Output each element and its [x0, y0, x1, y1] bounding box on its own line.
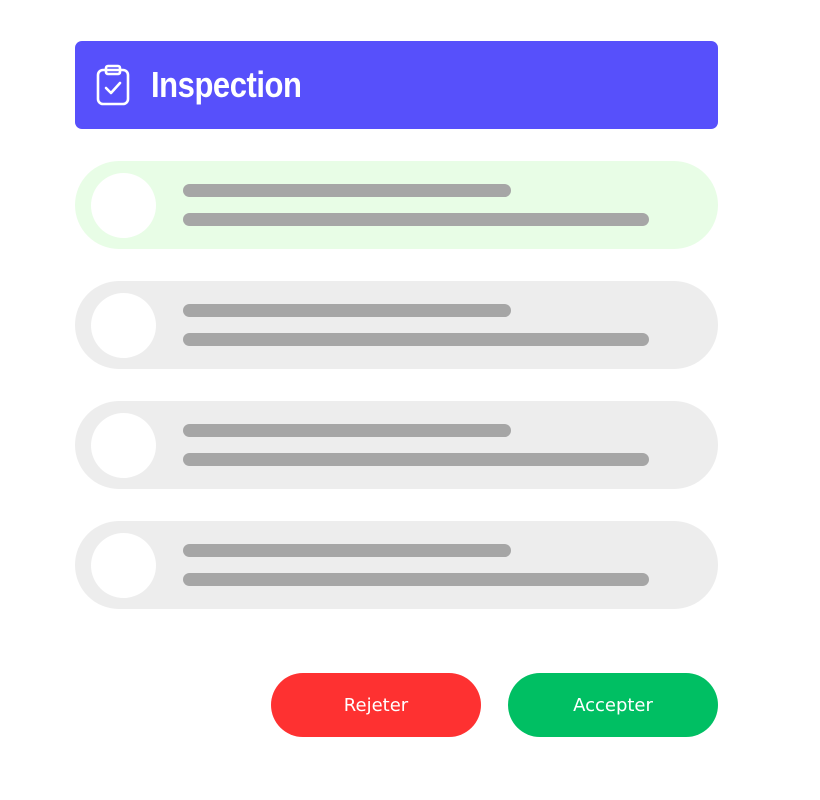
placeholder-line-title [183, 544, 511, 557]
header-bar: Inspection [75, 41, 718, 129]
inspection-list [75, 161, 718, 641]
clipboard-check-icon [95, 64, 131, 106]
list-item[interactable] [75, 401, 718, 489]
radio-circle[interactable] [91, 413, 156, 478]
reject-button[interactable]: Rejeter [271, 673, 481, 737]
page-title: Inspection [151, 64, 302, 105]
placeholder-line-description [183, 573, 649, 586]
list-item[interactable] [75, 281, 718, 369]
placeholder-line-description [183, 453, 649, 466]
radio-circle[interactable] [91, 533, 156, 598]
list-item[interactable] [75, 521, 718, 609]
accept-button[interactable]: Accepter [508, 673, 718, 737]
placeholder-line-description [183, 333, 649, 346]
placeholder-line-title [183, 304, 511, 317]
placeholder-line-title [183, 424, 511, 437]
list-item[interactable] [75, 161, 718, 249]
radio-circle[interactable] [91, 293, 156, 358]
inspection-card: Inspection Rejeter Accepter [0, 0, 820, 800]
radio-circle[interactable] [91, 173, 156, 238]
placeholder-line-description [183, 213, 649, 226]
placeholder-line-title [183, 184, 511, 197]
